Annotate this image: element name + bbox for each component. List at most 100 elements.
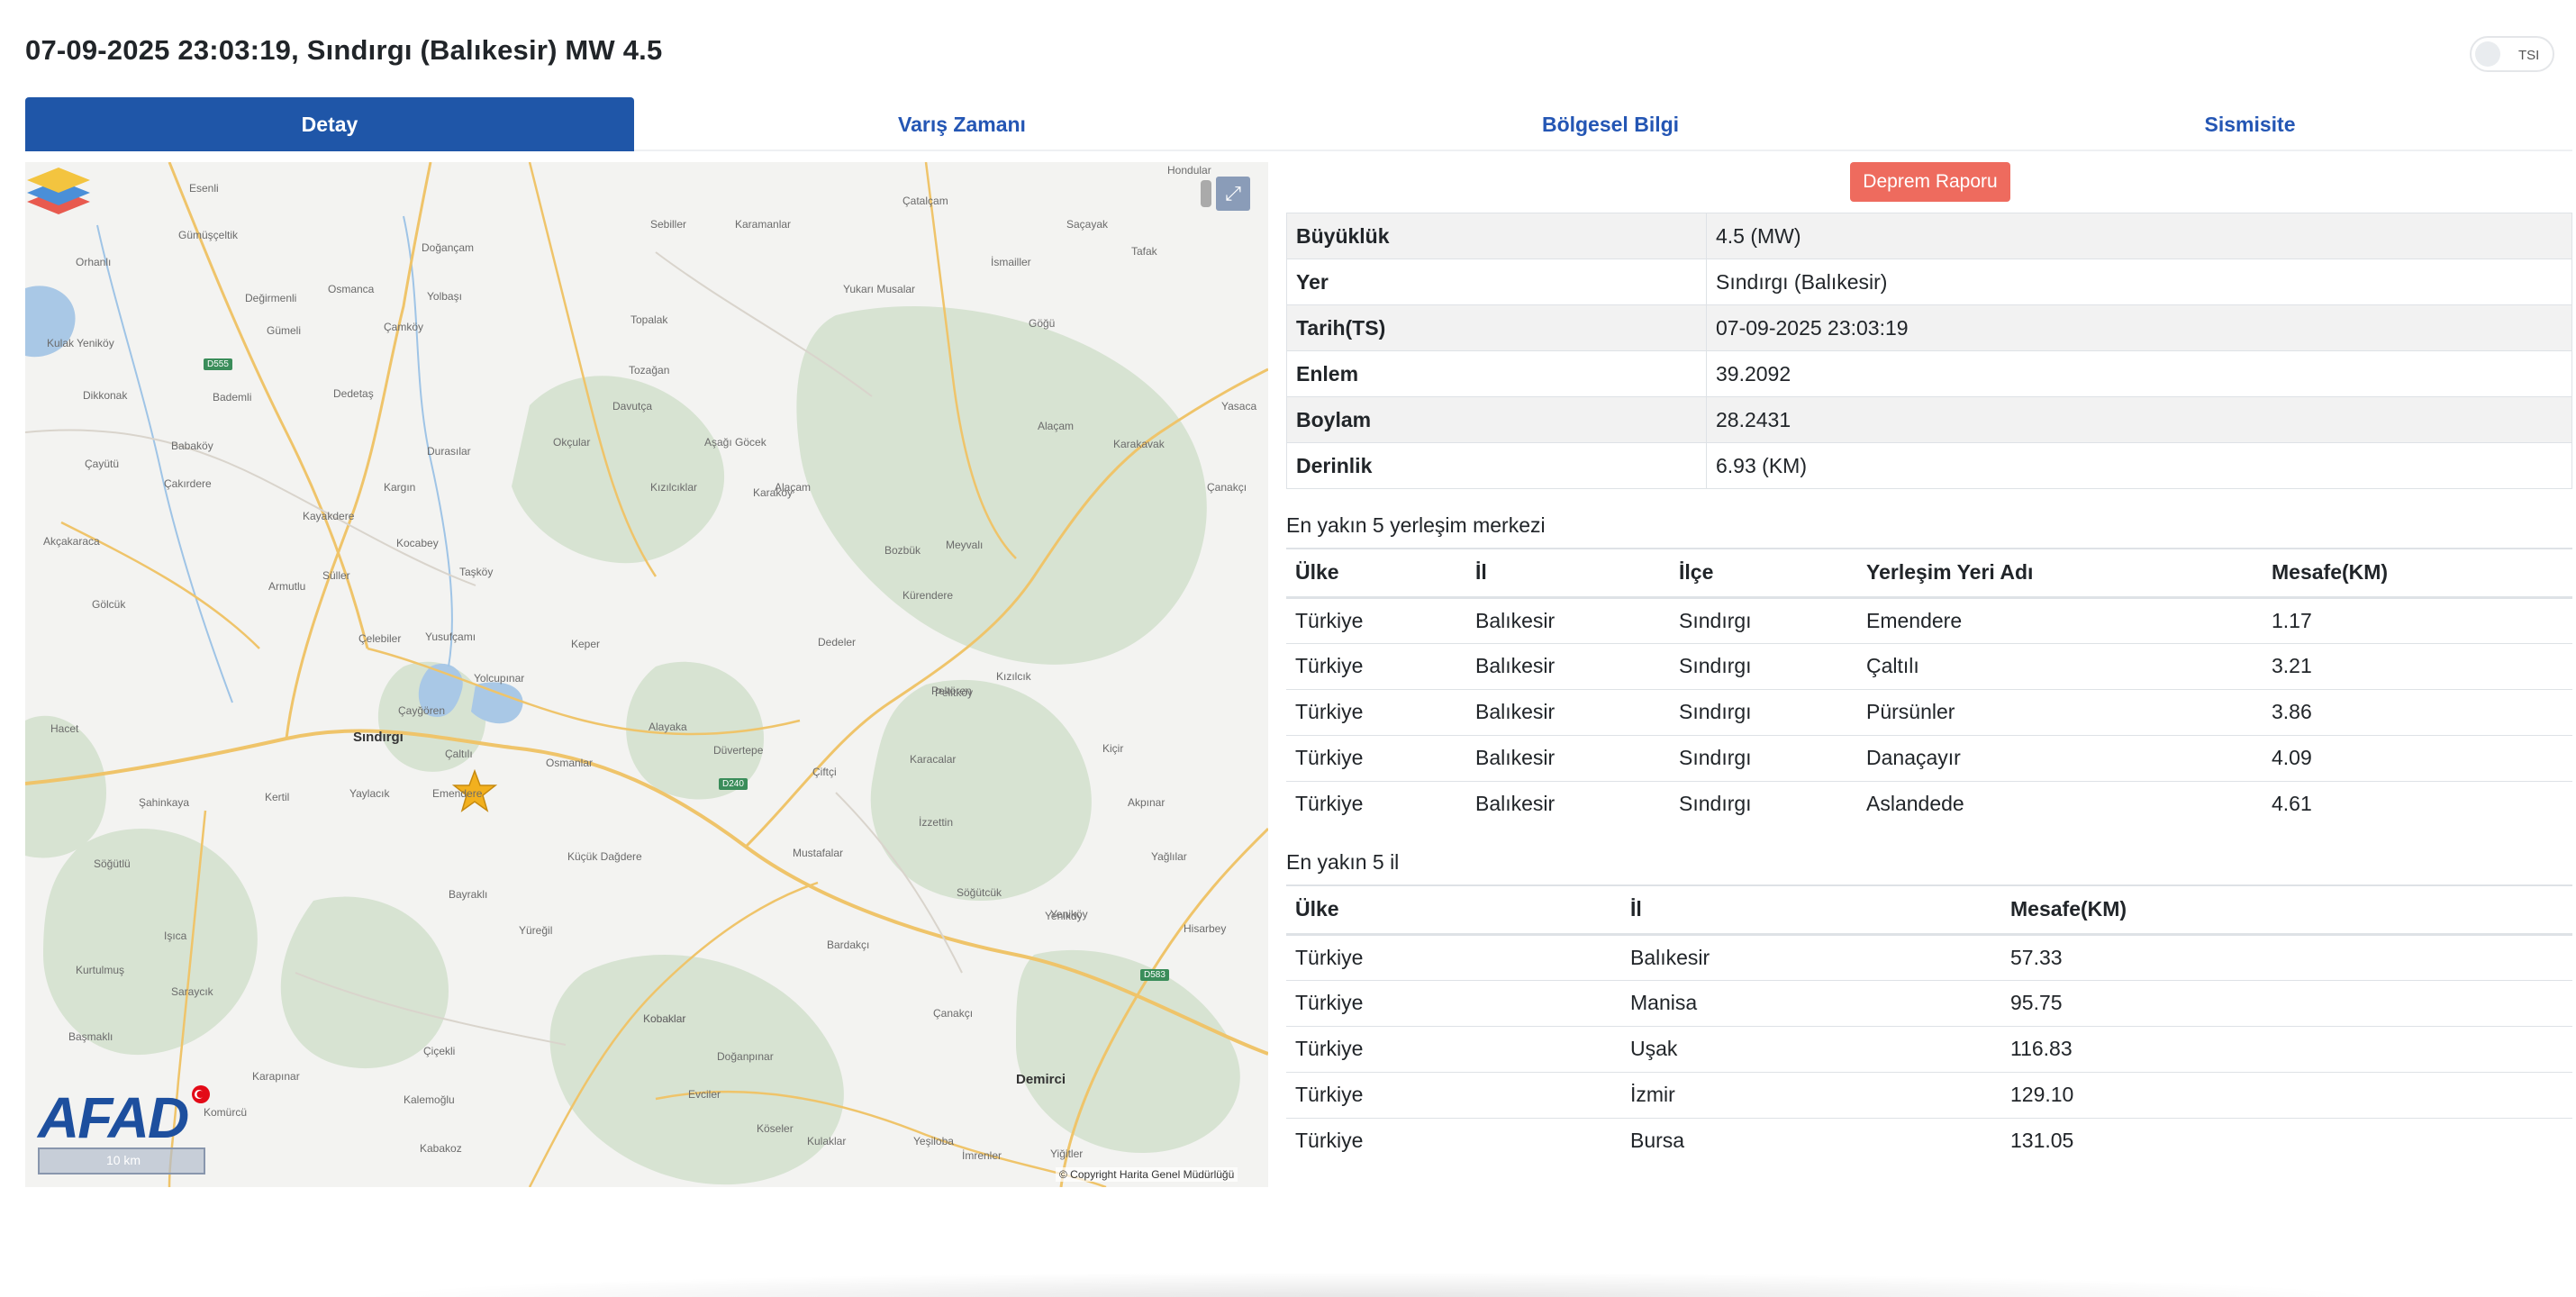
cell: Emendere bbox=[1857, 597, 2263, 644]
town-label: Şahinkaya bbox=[139, 796, 190, 809]
cell: Türkiye bbox=[1286, 597, 1466, 644]
town-label: Taşköy bbox=[459, 566, 494, 578]
tsi-toggle[interactable]: TSI bbox=[2470, 36, 2554, 72]
town-label: Süller bbox=[322, 569, 350, 582]
cell: 57.33 bbox=[2001, 934, 2572, 981]
detail-row: Yer Sındırgı (Balıkesir) bbox=[1286, 258, 2572, 305]
cell: Bursa bbox=[1630, 1129, 1685, 1153]
town-label: Bardakçı bbox=[827, 939, 870, 951]
tab-bolgesel-bilgi[interactable]: Bölgesel Bilgi bbox=[1286, 97, 1935, 151]
table-header-row: Ülke İl Mesafe(KM) bbox=[1286, 884, 2572, 936]
scale-label: 10 km bbox=[105, 1153, 141, 1167]
town-label: Emendere bbox=[432, 787, 483, 800]
town-label: Mustafalar bbox=[793, 847, 844, 859]
cell: 4.61 bbox=[2272, 792, 2312, 816]
detail-row: Tarih(TS) 07-09-2025 23:03:19 bbox=[1286, 304, 2572, 351]
cell: Sındırgı bbox=[1670, 689, 1857, 736]
town-label: Yolcupınar bbox=[474, 672, 525, 685]
map-drag-handle[interactable] bbox=[1201, 180, 1211, 207]
town-label: Dedetaş bbox=[333, 387, 374, 400]
tab-sismisite[interactable]: Sismisite bbox=[1935, 97, 2565, 151]
town-label: Kızılcık bbox=[996, 670, 1031, 683]
tab-bar: Detay Varış Zamanı Bölgesel Bilgi Sismis… bbox=[25, 97, 2572, 151]
town-label: Yağlılar bbox=[1151, 850, 1187, 863]
detail-key: Boylam bbox=[1286, 396, 1707, 443]
town-label: Dedeler bbox=[818, 636, 857, 648]
column-header: Ülke bbox=[1286, 548, 1466, 599]
road-label: D583 bbox=[1140, 969, 1169, 981]
town-label: Bademli bbox=[213, 391, 252, 404]
cell: Sındırgı bbox=[1670, 735, 1857, 782]
cell: Türkiye bbox=[1286, 689, 1466, 736]
town-label: Yüreğil bbox=[519, 924, 553, 937]
table-row: Türkiye Uşak 116.83 bbox=[1286, 1026, 2572, 1073]
town-label: Çelebiler bbox=[358, 632, 402, 645]
cell: Türkiye bbox=[1286, 1072, 1621, 1119]
detail-value: 28.2431 bbox=[1706, 396, 2572, 443]
detail-value: 07-09-2025 23:03:19 bbox=[1706, 304, 2572, 351]
earthquake-report-button[interactable]: Deprem Raporu bbox=[1850, 162, 2010, 202]
cell: Sındırgı bbox=[1670, 597, 1857, 644]
town-label: Karacalar bbox=[910, 753, 957, 766]
detail-row: Büyüklük 4.5 (MW) bbox=[1286, 213, 2572, 259]
detail-value: 4.5 (MW) bbox=[1706, 213, 2572, 259]
earthquake-map[interactable]: Sındırgı Demirci Emendere Çaltılı Çayğör… bbox=[25, 162, 1268, 1187]
table-row: Türkiye Balıkesir Sındırgı Aslandede 4.61 bbox=[1286, 781, 2572, 827]
town-label: Bozbük bbox=[884, 544, 921, 557]
town-label: Meyvalı bbox=[946, 539, 984, 551]
town-label: Kızılcıklar bbox=[650, 481, 698, 494]
town-label: Çamköy bbox=[384, 321, 424, 333]
town-label: Kertil bbox=[265, 791, 290, 803]
town-label: Tafak bbox=[1131, 245, 1157, 258]
cell: Balıkesir bbox=[1475, 792, 1556, 816]
map-copyright: © Copyright Harita Genel Müdürlüğü bbox=[1056, 1167, 1238, 1182]
detail-key: Enlem bbox=[1286, 350, 1707, 397]
cell: 95.75 bbox=[2001, 980, 2572, 1027]
town-label: Keper bbox=[571, 638, 601, 650]
detail-value: 6.93 (KM) bbox=[1706, 442, 2572, 489]
town-label: Yusufçamı bbox=[425, 630, 476, 643]
town-label: Aşağı Göcek bbox=[704, 436, 766, 449]
town-label: Kobaklar bbox=[643, 1012, 686, 1025]
tsi-label: TSI bbox=[2518, 48, 2540, 63]
layers-icon[interactable] bbox=[25, 162, 92, 222]
cell: Sındırgı bbox=[1670, 643, 1857, 690]
town-label: Akçakaraca bbox=[43, 535, 100, 548]
table-row: Türkiye İzmir 129.10 bbox=[1286, 1072, 2572, 1119]
town-label: Değirmenli bbox=[245, 292, 297, 304]
town-label: Topalak bbox=[630, 313, 668, 326]
cell: 1.17 bbox=[2263, 597, 2572, 644]
cell: Aslandede bbox=[1866, 792, 1964, 816]
town-label: Çaltılı bbox=[445, 748, 473, 760]
cell: Türkiye bbox=[1286, 643, 1466, 690]
table-row: Türkiye Bursa 131.05 bbox=[1286, 1118, 2572, 1164]
detail-row: Enlem 39.2092 bbox=[1286, 350, 2572, 397]
turkish-flag-icon bbox=[192, 1085, 210, 1103]
town-label: Çanakçı bbox=[933, 1007, 974, 1020]
tab-detay[interactable]: Detay bbox=[25, 97, 634, 151]
tab-varis-zamani[interactable]: Varış Zamanı bbox=[656, 97, 1268, 151]
town-label: Karakavak bbox=[1113, 438, 1165, 450]
column-header: Yerleşim Yeri Adı bbox=[1857, 548, 2263, 599]
town-label: Söğütcük bbox=[957, 886, 1002, 899]
page-title: 07-09-2025 23:03:19, Sındırgı (Balıkesir… bbox=[25, 34, 663, 66]
column-header: Mesafe(KM) bbox=[2263, 548, 2572, 599]
cell: Türkiye bbox=[1295, 1129, 1364, 1153]
cell: Balıkesir bbox=[1466, 689, 1670, 736]
detail-key: Yer bbox=[1286, 258, 1707, 305]
town-label: Pelitköy bbox=[935, 686, 974, 699]
town-label: Hisarbey bbox=[1184, 922, 1227, 935]
town-label: Yiğitler bbox=[1050, 1147, 1084, 1160]
town-label: Kalemoğlu bbox=[404, 1093, 455, 1106]
cell: Manisa bbox=[1621, 980, 2001, 1027]
town-label: Çiçekli bbox=[423, 1045, 456, 1057]
town-label: Yolbaşı bbox=[427, 290, 462, 303]
town-label: Kocabey bbox=[396, 537, 439, 549]
town-label: Yasaca bbox=[1221, 400, 1257, 413]
table-row: Türkiye Balıkesir Sındırgı Pürsünler 3.86 bbox=[1286, 689, 2572, 736]
town-label: İsmailler bbox=[991, 256, 1031, 268]
detail-row: Derinlik 6.93 (KM) bbox=[1286, 442, 2572, 489]
expand-icon: ⤢ bbox=[1225, 182, 1241, 204]
cell: 3.21 bbox=[2263, 643, 2572, 690]
fullscreen-button[interactable]: ⤢ bbox=[1216, 177, 1250, 211]
